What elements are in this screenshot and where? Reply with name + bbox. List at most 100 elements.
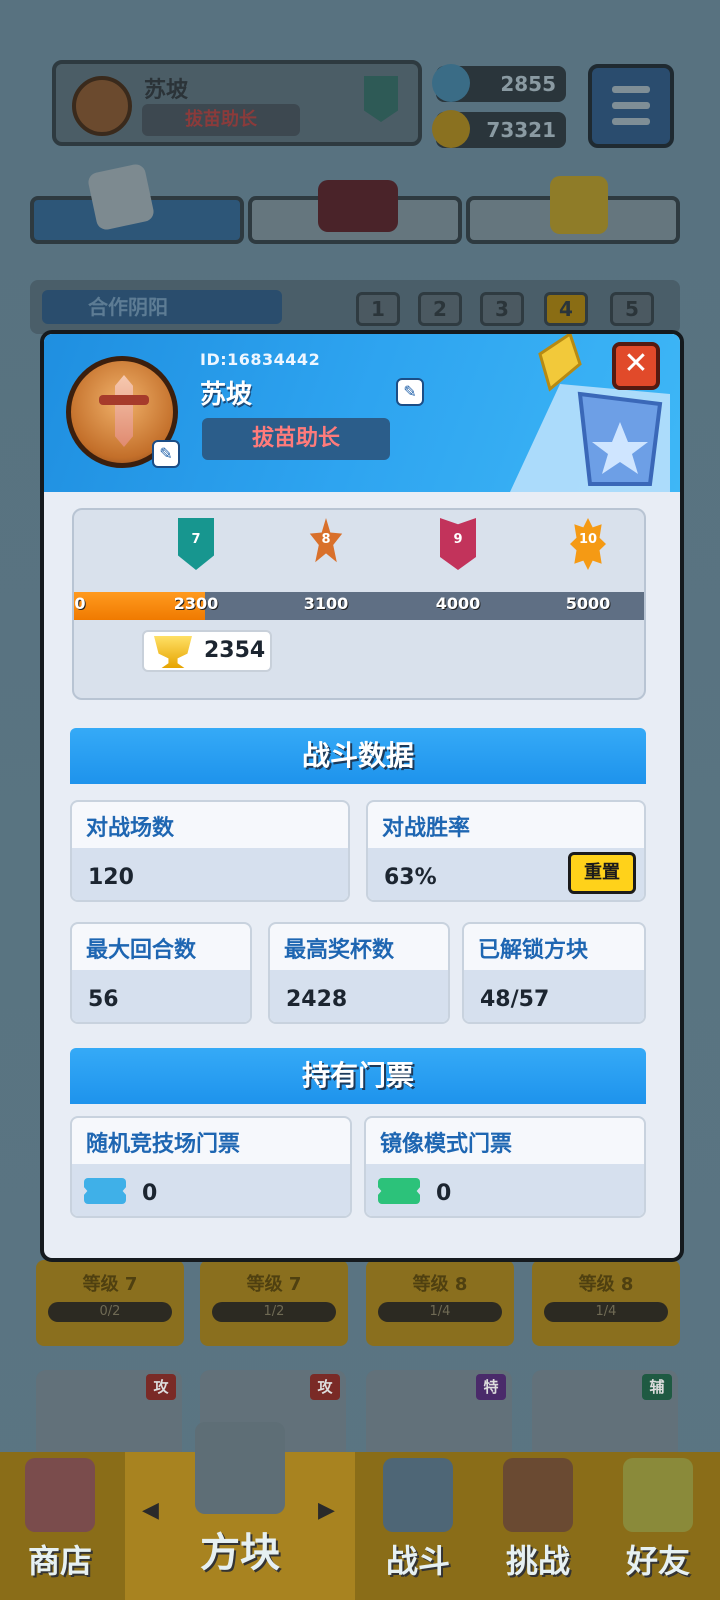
- page-button-4[interactable]: 4: [544, 292, 588, 326]
- card-progress: 1/4: [378, 1302, 502, 1322]
- nav-blocks[interactable]: 方块: [125, 1422, 355, 1600]
- current-trophies: 2354: [142, 630, 272, 672]
- ticket-mirror: 镜像模式门票 0: [364, 1116, 646, 1218]
- block-card[interactable]: 等级 7 1/2: [200, 1260, 348, 1346]
- ticket-arena: 随机竞技场门票 0: [70, 1116, 352, 1218]
- gem-value: 2855: [500, 72, 556, 96]
- rank-tick-5000: 5000: [565, 594, 611, 613]
- rank-road-panel[interactable]: 0 7 8 9 10 2300 3100 4000 5000 2354: [72, 508, 646, 700]
- arena-ticket-icon: [84, 1178, 126, 1204]
- stat-winrate-value: 63%: [384, 865, 437, 890]
- rank-tick-2300: 2300: [173, 594, 219, 613]
- tickets-heading: 持有门票: [70, 1048, 646, 1104]
- player-avatar: [72, 76, 132, 136]
- card-level: 等级 7: [82, 1274, 138, 1295]
- stat-winrate-label: 对战胜率: [382, 816, 471, 841]
- rank-progress-track: [74, 592, 644, 620]
- block-type-badge: 攻: [310, 1374, 340, 1400]
- page-button-5[interactable]: 5: [610, 292, 654, 326]
- profile-title[interactable]: 拔苗助长: [202, 418, 390, 460]
- card-level: 等级 8: [412, 1274, 468, 1295]
- rank-badge-10-icon: 10: [570, 518, 606, 570]
- nav-blocks-label: 方块: [200, 1530, 280, 1576]
- trophy-icon: [154, 636, 192, 668]
- close-button[interactable]: ✕: [612, 342, 660, 390]
- rank-tick-4000: 4000: [435, 594, 481, 613]
- stat-matches-value: 120: [88, 865, 134, 890]
- block-slot[interactable]: 攻: [36, 1370, 182, 1460]
- stat-max-rounds: 最大回合数 56: [70, 922, 252, 1024]
- player-bar[interactable]: 苏坡 拔苗助长: [52, 60, 422, 146]
- shop-icon: [25, 1458, 95, 1532]
- card-progress: 1/2: [212, 1302, 336, 1322]
- card-progress: 1/4: [544, 1302, 668, 1322]
- block-card[interactable]: 等级 8 1/4: [532, 1260, 680, 1346]
- block-slot[interactable]: 特: [366, 1370, 512, 1460]
- stat-unlocked-blocks: 已解锁方块 48/57: [462, 922, 646, 1024]
- ticket-mirror-value: 0: [436, 1181, 452, 1206]
- ticket-arena-value: 0: [142, 1181, 158, 1206]
- nav-friends[interactable]: 好友: [598, 1452, 718, 1600]
- profile-name: 苏坡: [200, 380, 253, 410]
- card-progress: 0/2: [48, 1302, 172, 1322]
- rank-badge-icon: [364, 76, 398, 122]
- player-id: ID:16834442: [200, 350, 321, 369]
- stat-max-rounds-value: 56: [88, 987, 119, 1012]
- bottom-nav: 商店 方块 战斗 挑战 好友: [0, 1422, 720, 1600]
- nav-left-arrow-icon[interactable]: ◀: [142, 1498, 159, 1523]
- nav-shop[interactable]: 商店: [0, 1452, 120, 1600]
- rank-badge-8-icon: 8: [309, 518, 343, 563]
- edit-avatar-button[interactable]: ✎: [152, 440, 180, 468]
- mystery-block-icon: [195, 1422, 285, 1514]
- edit-name-button[interactable]: ✎: [396, 378, 424, 406]
- card-level: 等级 8: [578, 1274, 634, 1295]
- page-button-3[interactable]: 3: [480, 292, 524, 326]
- profile-modal: ✎ ID:16834442 苏坡 ✎ 拔苗助长 ✕ 0 7 8 9 10 230…: [40, 330, 684, 1262]
- battle-stats-heading: 战斗数据: [70, 728, 646, 784]
- nav-shop-label: 商店: [27, 1542, 92, 1580]
- page-button-2[interactable]: 2: [418, 292, 462, 326]
- coin-icon: [432, 110, 470, 148]
- card-level: 等级 7: [246, 1274, 302, 1295]
- nav-battle-label: 战斗: [385, 1542, 450, 1580]
- grid-board-icon: [318, 180, 398, 232]
- block-card[interactable]: 等级 7 0/2: [36, 1260, 184, 1346]
- battle-icon: [383, 1458, 453, 1532]
- gem-icon: [432, 64, 470, 102]
- rank-badge-9-icon: 9: [440, 518, 476, 570]
- nav-challenge[interactable]: 挑战: [478, 1452, 598, 1600]
- rank-badge-7-icon: 7: [178, 518, 214, 570]
- ticket-arena-label: 随机竞技场门票: [86, 1132, 241, 1157]
- friends-icon: [623, 1458, 693, 1532]
- sword-icon: [115, 375, 133, 447]
- stat-unlocked-value: 48/57: [480, 987, 550, 1012]
- stat-max-trophies-value: 2428: [286, 987, 348, 1012]
- nav-friends-label: 好友: [625, 1542, 690, 1580]
- block-card[interactable]: 等级 8 1/4: [366, 1260, 514, 1346]
- stat-max-trophies-label: 最高奖杯数: [284, 938, 395, 963]
- nav-battle[interactable]: 战斗: [358, 1452, 478, 1600]
- stat-matches: 对战场数 120: [70, 800, 350, 902]
- smiley-block-icon: [550, 176, 608, 234]
- sword-guard: [99, 395, 149, 405]
- dice-icon: [86, 162, 156, 232]
- block-type-badge: 特: [476, 1374, 506, 1400]
- nav-right-arrow-icon[interactable]: ▶: [318, 1498, 335, 1523]
- stat-max-trophies: 最高奖杯数 2428: [268, 922, 450, 1024]
- stat-max-rounds-label: 最大回合数: [86, 938, 197, 963]
- block-slot[interactable]: 辅: [532, 1370, 678, 1460]
- rank-tick-3100: 3100: [303, 594, 349, 613]
- rank-tick-partial: 0: [74, 594, 86, 613]
- gold-counter: 73321: [432, 110, 566, 148]
- gold-value: 73321: [486, 118, 556, 142]
- current-trophies-value: 2354: [204, 638, 266, 663]
- player-title: 拔苗助长: [142, 104, 300, 136]
- page-button-1[interactable]: 1: [356, 292, 400, 326]
- ticket-mirror-label: 镜像模式门票: [380, 1132, 513, 1157]
- nav-challenge-label: 挑战: [505, 1542, 570, 1580]
- reset-button[interactable]: 重置: [568, 852, 636, 894]
- menu-button[interactable]: [588, 64, 674, 148]
- player-name: 苏坡: [144, 78, 189, 103]
- stat-matches-label: 对战场数: [86, 816, 175, 841]
- block-type-badge: 攻: [146, 1374, 176, 1400]
